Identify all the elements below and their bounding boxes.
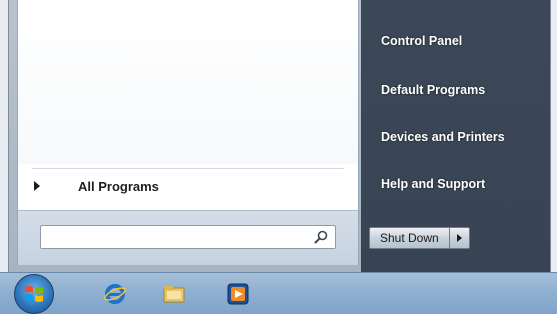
shutdown-label: Shut Down	[380, 231, 439, 245]
control-panel-link[interactable]: Control Panel	[371, 28, 543, 54]
shutdown-options-button[interactable]	[449, 227, 470, 249]
search-input[interactable]	[41, 227, 313, 247]
devices-and-printers-label: Devices and Printers	[381, 130, 505, 144]
search-icon[interactable]	[313, 229, 329, 245]
control-panel-label: Control Panel	[381, 34, 463, 48]
windows-explorer-icon[interactable]	[162, 282, 186, 306]
separator	[32, 168, 344, 169]
start-menu: All Programs Control Panel Default Progr…	[8, 0, 551, 272]
help-and-support-label: Help and Support	[381, 177, 486, 191]
shutdown-button[interactable]: Shut Down	[369, 227, 450, 249]
taskbar	[0, 272, 557, 314]
help-and-support-link[interactable]: Help and Support	[371, 171, 543, 197]
start-menu-left-pane: All Programs	[17, 0, 359, 265]
search-strip	[18, 210, 358, 265]
media-player-icon[interactable]	[226, 282, 250, 306]
shutdown-control: Shut Down	[369, 227, 470, 249]
chevron-right-icon	[456, 234, 462, 242]
default-programs-link[interactable]: Default Programs	[371, 77, 543, 103]
internet-explorer-icon[interactable]	[103, 282, 127, 306]
start-menu-right-pane: Control Panel Default Programs Devices a…	[361, 0, 550, 272]
search-box[interactable]	[40, 225, 336, 249]
default-programs-label: Default Programs	[381, 83, 486, 97]
windows-orb-icon[interactable]	[14, 274, 54, 314]
devices-and-printers-link[interactable]: Devices and Printers	[371, 124, 543, 150]
pinned-programs-area	[18, 0, 358, 164]
windows-logo-icon	[25, 286, 43, 302]
all-programs-label: All Programs	[78, 178, 159, 194]
screen: All Programs Control Panel Default Progr…	[0, 0, 557, 314]
all-programs-button[interactable]: All Programs	[32, 172, 348, 200]
triangle-right-icon	[34, 181, 40, 191]
